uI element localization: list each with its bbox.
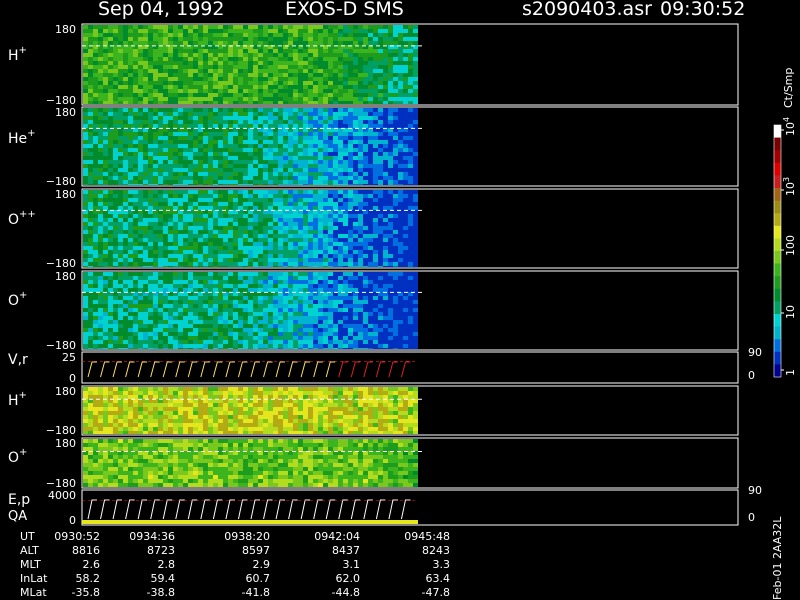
colorbar-unit-label: Ct/Smp	[782, 67, 795, 108]
colorbar-segment	[774, 364, 781, 378]
y-tick-min: −180	[46, 175, 76, 188]
footer-value: 8816	[72, 544, 100, 557]
footer-value: 2.9	[252, 558, 271, 571]
colorbar-tick-label: 1	[784, 369, 797, 376]
footer-value: 0934:36	[129, 530, 175, 543]
footer-value: 0938:20	[224, 530, 270, 543]
colorbar-segment	[774, 150, 781, 164]
panel-label: V,r	[8, 352, 28, 368]
heatmap-cells	[83, 108, 418, 185]
y-tick-min: −180	[46, 424, 76, 437]
y-tick-max: 180	[55, 106, 76, 119]
colorbar-segment	[774, 188, 781, 201]
colorbar-segment	[774, 200, 781, 214]
footer-value: -47.8	[421, 586, 450, 599]
panel-label: O++	[8, 209, 36, 228]
colorbar-segment	[774, 339, 781, 353]
panel-label: He+	[8, 128, 36, 147]
qa-bar	[82, 520, 418, 524]
footer-value: 3.3	[432, 558, 451, 571]
y-tick-max: 180	[55, 23, 76, 36]
panel-label: E,p	[8, 492, 30, 508]
right-tick-top: 90	[748, 484, 762, 497]
footer-value: 2.6	[82, 558, 101, 571]
footer-value: 3.1	[342, 558, 361, 571]
colorbar-tick-label: 104	[782, 117, 797, 136]
footer-value: -41.8	[241, 586, 270, 599]
heatmap-cells	[83, 439, 418, 487]
colorbar-segment	[774, 137, 781, 151]
footer-value: 8723	[147, 544, 175, 557]
panel-label: H+	[8, 45, 27, 64]
colorbar-segment	[774, 314, 781, 327]
footer-value: -44.8	[331, 586, 360, 599]
y-tick-max: 4000	[48, 489, 76, 502]
footer-value: 0942:04	[314, 530, 360, 543]
colorbar-segment	[774, 225, 781, 239]
spectrogram-plot: 180−180H+180−180He+180−180O++180−180O+25…	[8, 23, 797, 527]
y-tick-max: 180	[55, 188, 76, 201]
y-tick-max: 180	[55, 270, 76, 283]
panel-sublabel: QA	[8, 509, 27, 524]
footer-value: 58.2	[75, 572, 101, 585]
footer-value: 2.8	[157, 558, 176, 571]
y-tick-min: −180	[46, 257, 76, 270]
footer-value: 60.7	[245, 572, 271, 585]
panel-frame	[81, 351, 739, 384]
heatmap-cells	[83, 272, 418, 349]
footer-value: -35.8	[71, 586, 100, 599]
colorbar-segment	[774, 301, 781, 315]
y-tick-min: 0	[69, 514, 76, 527]
right-tick-top: 90	[748, 346, 762, 359]
panel-label: O+	[8, 290, 27, 309]
y-tick-max: 25	[62, 351, 76, 364]
colorbar-segment	[774, 263, 781, 277]
colorbar-segment	[774, 288, 781, 302]
panel-label: O+	[8, 447, 27, 466]
timestamp-label: Feb-01 2AA32L	[771, 516, 784, 600]
footer-value: 63.4	[425, 572, 451, 585]
right-tick-bottom: 0	[748, 369, 755, 382]
panel-frame	[81, 489, 739, 526]
colorbar-tick-label: 10	[784, 305, 797, 319]
footer-value: -38.8	[146, 586, 175, 599]
panel-label: H+	[8, 390, 27, 409]
colorbar-segment	[774, 276, 781, 290]
footer-value: 8437	[332, 544, 360, 557]
colorbar-segment	[774, 251, 781, 264]
heatmap-cells	[83, 190, 418, 267]
colorbar-segment	[774, 238, 781, 252]
y-tick-max: 180	[55, 385, 76, 398]
footer-value: 8597	[242, 544, 270, 557]
footer-value: 59.4	[150, 572, 176, 585]
y-tick-max: 180	[55, 437, 76, 450]
colorbar-segment	[774, 326, 781, 340]
heatmap-cells	[83, 25, 418, 104]
colorbar-segment	[774, 213, 781, 227]
colorbar-segment	[774, 162, 781, 176]
y-tick-min: 0	[69, 372, 76, 385]
colorbar-tick-label: 100	[784, 235, 797, 256]
colorbar-segment	[774, 351, 781, 365]
footer-value: 0930:52	[54, 530, 100, 543]
heatmap-cells	[83, 387, 418, 434]
right-tick-bottom: 0	[748, 511, 755, 524]
colorbar-tick-label: 103	[782, 177, 797, 196]
footer-value: 62.0	[335, 572, 361, 585]
footer-value: 8243	[422, 544, 450, 557]
footer-value: 0945:48	[404, 530, 450, 543]
colorbar-segment	[774, 175, 781, 189]
colorbar-segment	[774, 125, 781, 138]
